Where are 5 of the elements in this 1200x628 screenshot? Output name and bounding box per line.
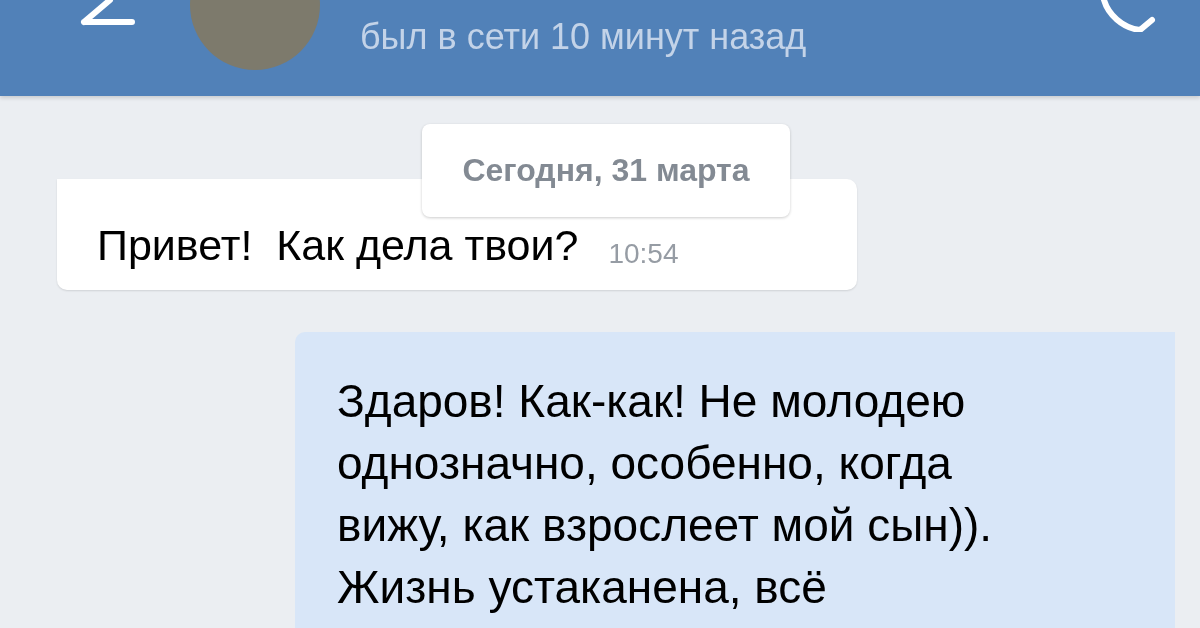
date-separator: Сегодня, 31 марта (422, 124, 790, 217)
message-time: 10:54 (608, 238, 679, 270)
message-text: Здаров! Как-как! Не молодею однозначно, особенно, когда вижу, как взрослеет мой сын)). Жизнь устаканена, всё (337, 374, 994, 615)
message-text: Привет! Как дела твои? (97, 221, 579, 270)
online-status: был в сети 10 минут назад (360, 16, 807, 58)
